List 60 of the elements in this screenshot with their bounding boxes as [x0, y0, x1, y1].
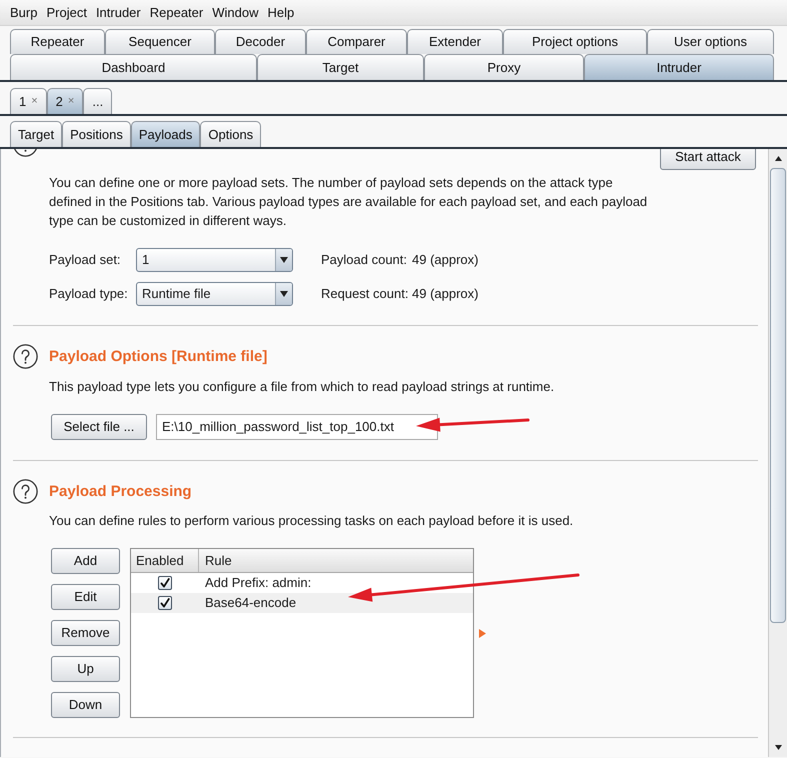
rule-button[interactable]: Up — [51, 656, 120, 682]
tab[interactable]: Project options — [503, 29, 647, 54]
dropdown[interactable]: 1 — [136, 248, 293, 272]
menu-item[interactable]: Repeater — [150, 2, 204, 22]
tab[interactable]: Options — [200, 121, 262, 147]
tab[interactable]: 2 × — [46, 88, 84, 114]
caret-icon — [280, 291, 288, 297]
tab[interactable]: Payloads — [130, 121, 200, 147]
up-arrow-icon — [774, 156, 782, 161]
tab[interactable]: Repeater — [10, 29, 105, 54]
field-label: Payload set: — [49, 251, 122, 270]
menu-item[interactable]: Window — [212, 2, 258, 22]
field-label: Payload count: — [321, 251, 408, 270]
tab[interactable]: Proxy — [424, 54, 584, 80]
tab[interactable]: Target — [257, 54, 424, 80]
close-button[interactable]: × — [31, 93, 38, 110]
description-text: This payload type lets you configure a file from which to read payload strings at runtime. — [49, 378, 556, 396]
tab[interactable]: Target — [10, 121, 62, 147]
tab[interactable]: Decoder — [215, 29, 306, 54]
table-cell-text: Add Prefix: admin: — [204, 574, 312, 592]
expand-triangle-icon[interactable] — [479, 628, 486, 638]
rule-button[interactable]: Down — [51, 692, 120, 718]
scrollbar-thumb[interactable] — [770, 168, 786, 623]
column-header[interactable]: Enabled — [131, 549, 199, 572]
section-title: Payload Options [Runtime file] — [49, 347, 268, 367]
dropdown[interactable]: Runtime file — [136, 282, 293, 306]
table-cell-text: Base64-encode — [204, 594, 296, 612]
field-label: Payload type: — [49, 285, 129, 304]
help-icon[interactable] — [13, 344, 38, 369]
tab[interactable]: ... — [83, 88, 112, 114]
tab[interactable]: Comparer — [306, 29, 407, 54]
checkbox[interactable] — [158, 596, 172, 610]
select-file-button[interactable]: Select file ... — [51, 414, 147, 440]
checkbox[interactable] — [158, 576, 172, 590]
section-title: Payload Processing — [49, 482, 192, 502]
menu-item[interactable]: Project — [46, 2, 87, 22]
menu-item[interactable]: Intruder — [96, 2, 141, 22]
count-value: 49 (approx) — [412, 285, 478, 304]
rule-button[interactable]: Add — [51, 548, 120, 574]
tab[interactable]: Intruder — [584, 54, 774, 80]
field-label: Request count: — [321, 285, 410, 304]
down-arrow-icon — [774, 745, 782, 750]
tab[interactable]: Positions — [62, 121, 131, 147]
description-text: You can define rules to perform various processing tasks on each payload before it is used. — [49, 512, 574, 530]
tab[interactable]: Sequencer — [105, 29, 215, 54]
rule-button[interactable]: Remove — [51, 620, 120, 646]
file-path-field[interactable]: E:\10_million_password_list_top_100.txt — [156, 414, 438, 440]
description-text: You can define one or more payload sets. The number of payload sets depends on the attack type defined in the Positions tab. Various payload types are available for each payload set, and each payload type can be customized in different ways. — [49, 174, 648, 230]
rule-button[interactable]: Edit — [51, 584, 120, 610]
caret-icon — [280, 257, 288, 263]
column-header[interactable]: Rule — [199, 549, 473, 572]
menu-item[interactable]: Help — [267, 2, 294, 22]
start-attack-button[interactable]: Start attack — [660, 149, 756, 170]
tab[interactable]: Dashboard — [10, 54, 257, 80]
tab[interactable]: 1 × — [10, 88, 47, 114]
tab[interactable]: User options — [647, 29, 774, 54]
menu-item[interactable]: Burp — [10, 2, 38, 22]
help-icon[interactable] — [13, 479, 38, 504]
tab[interactable]: Extender — [407, 29, 503, 54]
count-value: 49 (approx) — [412, 251, 478, 270]
